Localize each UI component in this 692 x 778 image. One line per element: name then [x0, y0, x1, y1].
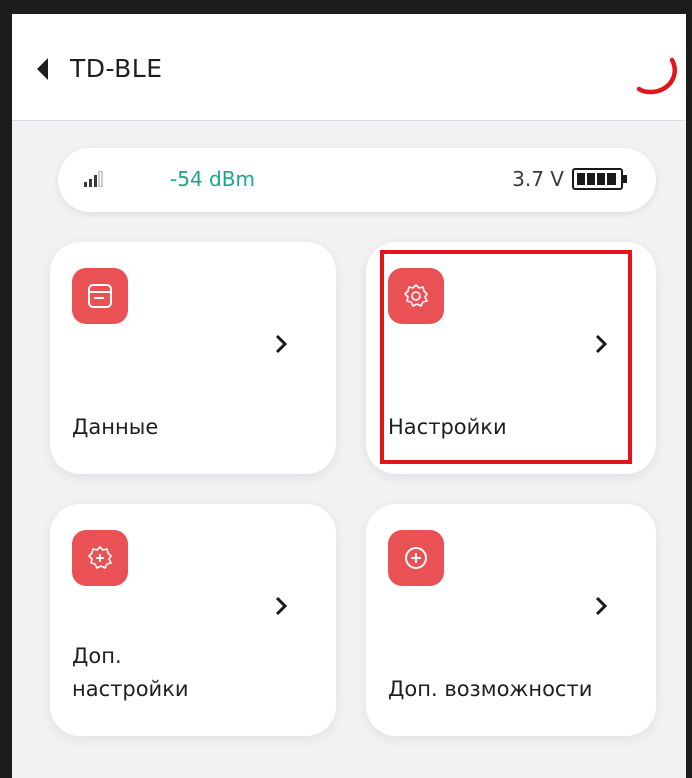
battery-full-icon [572, 168, 627, 190]
spinner-icon [636, 57, 677, 95]
back-button[interactable] [34, 56, 54, 82]
app-screen: TD-BLE -54 dBm 3.7 V Данные Настройки До… [12, 14, 686, 778]
chevron-right-icon [275, 596, 288, 616]
tile-label-line: настройки [72, 677, 189, 701]
tile-settings[interactable]: Настройки [366, 242, 656, 474]
document-icon [72, 268, 128, 324]
chevron-left-icon [37, 58, 48, 80]
gear-plus-icon [72, 530, 128, 586]
tile-extra-settings[interactable]: Доп. настройки [50, 504, 336, 736]
device-status-bar: -54 dBm 3.7 V [58, 148, 656, 212]
signal-strength-icon [84, 171, 103, 187]
tile-data[interactable]: Данные [50, 242, 336, 474]
chevron-right-icon [595, 334, 608, 354]
tile-label: Настройки [388, 415, 507, 439]
device-frame-top [0, 0, 692, 14]
plus-circle-icon [388, 530, 444, 586]
tile-label: Доп. возможности [388, 677, 593, 701]
device-frame-left [0, 0, 12, 778]
tile-label-line: Доп. [72, 644, 122, 668]
signal-strength-value: -54 dBm [170, 167, 255, 191]
tile-label: Доп. настройки [72, 640, 189, 706]
device-frame-right [686, 0, 692, 778]
tile-extra-features[interactable]: Доп. возможности [366, 504, 656, 736]
chevron-right-icon [275, 334, 288, 354]
battery-voltage-value: 3.7 V [512, 167, 564, 191]
chevron-right-icon [595, 596, 608, 616]
header-bar: TD-BLE [12, 14, 686, 121]
tile-label: Данные [72, 415, 159, 439]
gear-icon [388, 268, 444, 324]
page-title: TD-BLE [70, 54, 163, 83]
